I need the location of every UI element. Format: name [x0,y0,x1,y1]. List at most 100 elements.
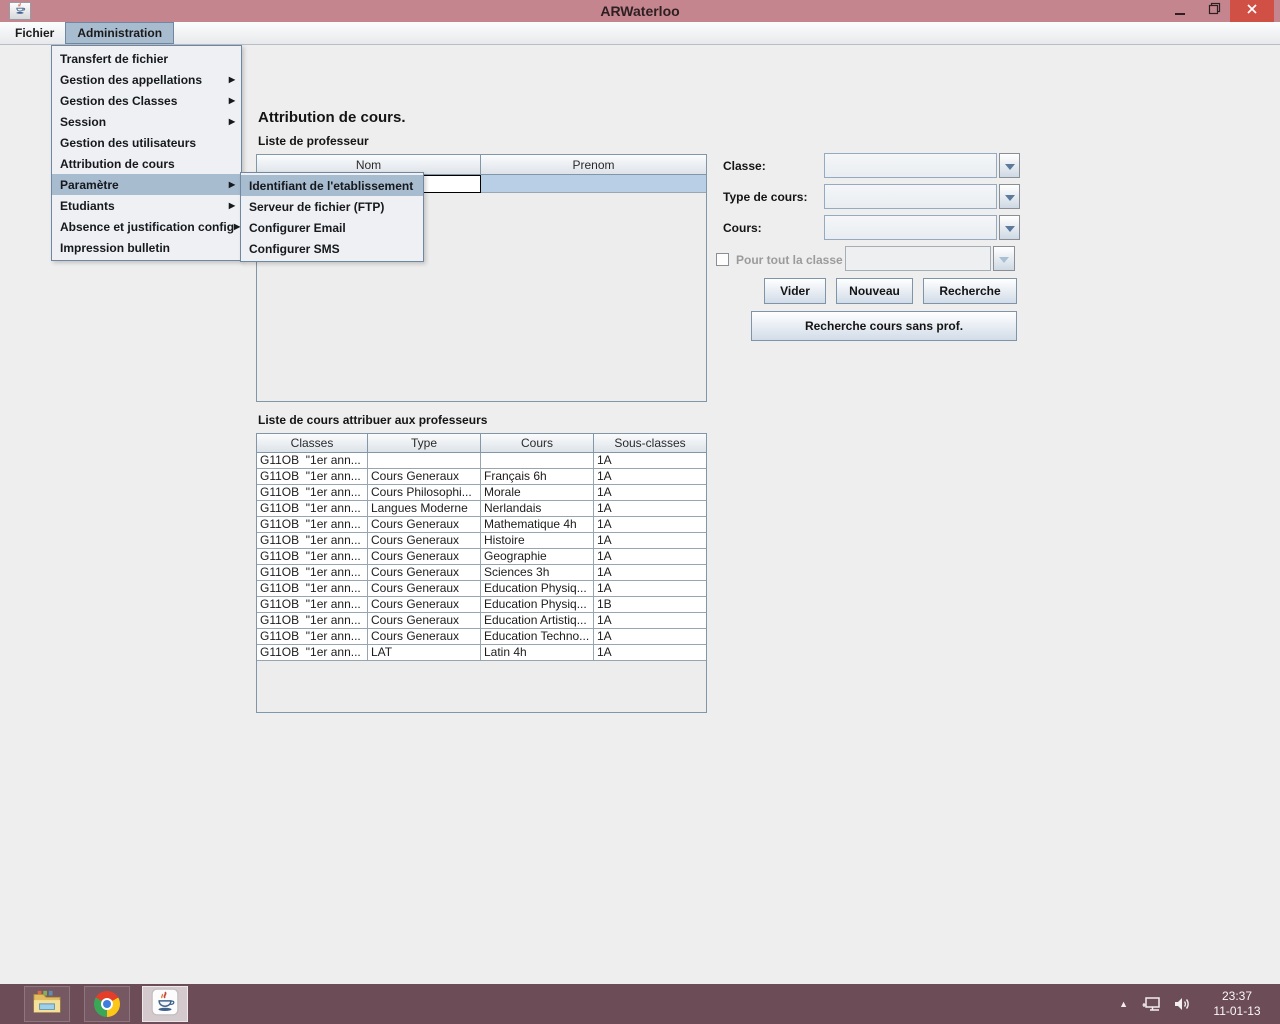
table-cell[interactable]: G11OB "1er ann... [257,549,368,564]
table-row[interactable]: G11OB "1er ann...Cours GenerauxEducation… [257,581,706,597]
minimize-button[interactable] [1162,0,1198,22]
classe-combobox-arrow-button[interactable] [999,153,1020,178]
table-row[interactable]: G11OB "1er ann...Langues ModerneNerlanda… [257,501,706,517]
menu-item-param-tre[interactable]: Paramètre▶ [52,174,241,195]
menu-item-gestion-des-appellations[interactable]: Gestion des appellations▶ [52,69,241,90]
show-hidden-icons-button[interactable]: ▲ [1119,999,1128,1009]
volume-icon[interactable] [1172,995,1192,1013]
table-cell[interactable]: Cours Generaux [368,549,481,564]
table-cell[interactable]: 1A [594,645,706,660]
cours-combobox[interactable] [824,215,997,240]
table-cell[interactable]: Cours Generaux [368,469,481,484]
table-cell[interactable]: 1A [594,549,706,564]
taskbar-java-app-button[interactable] [142,986,188,1022]
table-cell[interactable]: G11OB "1er ann... [257,469,368,484]
table-cell[interactable] [481,453,594,468]
menu-fichier[interactable]: Fichier [4,22,65,44]
menu-item-gestion-des-utilisateurs[interactable]: Gestion des utilisateurs [52,132,241,153]
table-cell[interactable]: Cours Generaux [368,565,481,580]
table-row[interactable]: G11OB "1er ann...Cours GenerauxGeographi… [257,549,706,565]
table-row[interactable]: G11OB "1er ann...Cours GenerauxEducation… [257,597,706,613]
table-cell[interactable]: 1A [594,629,706,644]
classe-combobox[interactable] [824,153,997,178]
table-cell[interactable]: 1A [594,453,706,468]
table-cell[interactable]: 1B [594,597,706,612]
taskbar-clock[interactable]: 23:37 11-01-13 [1202,989,1272,1019]
table-cell[interactable]: G11OB "1er ann... [257,613,368,628]
recherche-cours-sans-prof-button[interactable]: Recherche cours sans prof. [751,311,1017,341]
professor-prenom-selected-cell[interactable] [481,175,706,193]
table-cell[interactable]: Cours Generaux [368,629,481,644]
table-cell[interactable]: Cours Generaux [368,597,481,612]
professor-column-header-prenom[interactable]: Prenom [481,155,706,175]
submenu-item-serveur-de-fichier-ftp[interactable]: Serveur de fichier (FTP) [241,196,423,217]
table-cell[interactable]: Education Techno... [481,629,594,644]
table-cell[interactable]: Cours Philosophi... [368,485,481,500]
table-row[interactable]: G11OB "1er ann...Cours GenerauxHistoire1… [257,533,706,549]
table-cell[interactable]: G11OB "1er ann... [257,517,368,532]
pour-tout-la-classe-checkbox[interactable] [716,253,729,266]
taskbar-file-explorer-button[interactable] [24,986,70,1022]
menu-item-transfert-de-fichier[interactable]: Transfert de fichier [52,48,241,69]
courses-column-header-cours[interactable]: Cours [481,434,594,453]
table-cell[interactable]: Cours Generaux [368,613,481,628]
table-row[interactable]: G11OB "1er ann...Cours GenerauxMathemati… [257,517,706,533]
courses-column-header-classes[interactable]: Classes [257,434,368,453]
table-cell[interactable]: Langues Moderne [368,501,481,516]
type-de-cours-combobox[interactable] [824,184,997,209]
table-cell[interactable]: 1A [594,469,706,484]
menu-item-gestion-des-classes[interactable]: Gestion des Classes▶ [52,90,241,111]
table-cell[interactable]: Mathematique 4h [481,517,594,532]
table-row[interactable]: G11OB "1er ann...Cours GenerauxFrançais … [257,469,706,485]
table-cell[interactable]: Education Physiq... [481,581,594,596]
submenu-item-configurer-email[interactable]: Configurer Email [241,217,423,238]
menu-item-session[interactable]: Session▶ [52,111,241,132]
table-cell[interactable]: G11OB "1er ann... [257,501,368,516]
table-row[interactable]: G11OB "1er ann...LATLatin 4h1A [257,645,706,661]
table-cell[interactable]: 1A [594,501,706,516]
table-cell[interactable]: G11OB "1er ann... [257,533,368,548]
table-cell[interactable]: Education Artistiq... [481,613,594,628]
table-cell[interactable]: Geographie [481,549,594,564]
network-icon[interactable] [1142,995,1162,1013]
table-cell[interactable]: Cours Generaux [368,581,481,596]
table-cell[interactable]: Nerlandais [481,501,594,516]
table-cell[interactable]: 1A [594,517,706,532]
menu-item-impression-bulletin[interactable]: Impression bulletin [52,237,241,258]
table-cell[interactable] [368,453,481,468]
table-cell[interactable]: G11OB "1er ann... [257,453,368,468]
table-cell[interactable]: G11OB "1er ann... [257,645,368,660]
table-cell[interactable]: Cours Generaux [368,517,481,532]
table-cell[interactable]: G11OB "1er ann... [257,629,368,644]
table-cell[interactable]: 1A [594,533,706,548]
table-cell[interactable]: Morale [481,485,594,500]
table-cell[interactable]: 1A [594,581,706,596]
table-cell[interactable]: G11OB "1er ann... [257,581,368,596]
table-cell[interactable]: Français 6h [481,469,594,484]
table-row[interactable]: G11OB "1er ann...Cours GenerauxEducation… [257,613,706,629]
vider-button[interactable]: Vider [764,278,826,304]
table-row[interactable]: G11OB "1er ann...Cours Philosophi...Mora… [257,485,706,501]
menu-administration[interactable]: Administration [65,22,174,44]
type-de-cours-combobox-arrow-button[interactable] [999,184,1020,209]
table-cell[interactable]: Latin 4h [481,645,594,660]
close-button[interactable] [1230,0,1274,22]
restore-button[interactable] [1198,0,1230,22]
table-cell[interactable]: Sciences 3h [481,565,594,580]
table-cell[interactable]: 1A [594,565,706,580]
recherche-button[interactable]: Recherche [923,278,1017,304]
cours-combobox-arrow-button[interactable] [999,215,1020,240]
table-cell[interactable]: Cours Generaux [368,533,481,548]
table-cell[interactable]: G11OB "1er ann... [257,565,368,580]
table-row[interactable]: G11OB "1er ann...Cours GenerauxSciences … [257,565,706,581]
table-cell[interactable]: 1A [594,485,706,500]
submenu-item-identifiant-de-l-etablissement[interactable]: Identifiant de l'etablissement [241,175,423,196]
courses-column-header-sous-classes[interactable]: Sous-classes [594,434,706,453]
courses-column-header-type[interactable]: Type [368,434,481,453]
table-cell[interactable]: Education Physiq... [481,597,594,612]
nouveau-button[interactable]: Nouveau [836,278,913,304]
table-cell[interactable]: Histoire [481,533,594,548]
table-row[interactable]: G11OB "1er ann...Cours GenerauxEducation… [257,629,706,645]
menu-item-absence-et-justification-config[interactable]: Absence et justification config▶ [52,216,241,237]
taskbar-chrome-button[interactable] [84,986,130,1022]
